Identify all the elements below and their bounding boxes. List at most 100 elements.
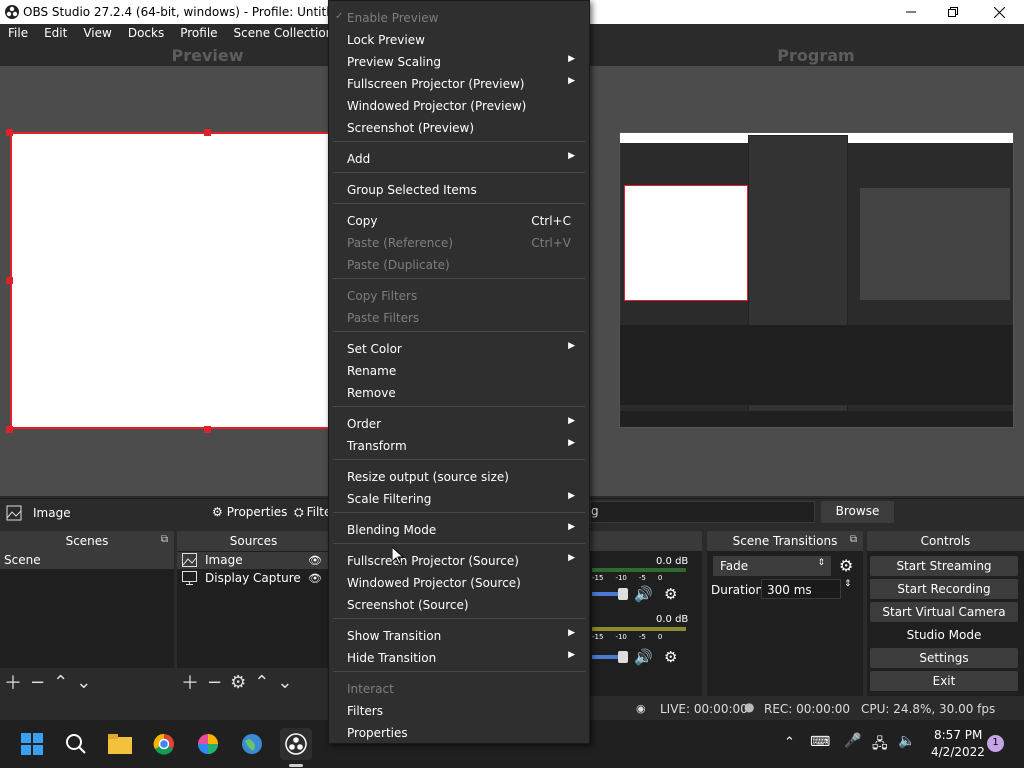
sources-title: Sources bbox=[229, 534, 278, 548]
menu-separator bbox=[333, 671, 585, 672]
menu-item-resize-output-source-size[interactable]: Resize output (source size) bbox=[329, 464, 589, 486]
close-button[interactable] bbox=[976, 0, 1022, 24]
meter-ticks: -15 -10 -5 0 bbox=[592, 574, 662, 582]
program-display-capture bbox=[619, 132, 1014, 428]
add-icon[interactable]: ＋ bbox=[181, 669, 199, 695]
menu-file[interactable]: File bbox=[0, 24, 36, 44]
menu-item-group-selected-items[interactable]: Group Selected Items bbox=[329, 177, 589, 199]
menu-item-blending-mode[interactable]: Blending Mode ▶ bbox=[329, 517, 589, 539]
exit-button[interactable]: Exit bbox=[870, 671, 1018, 691]
menu-profile[interactable]: Profile bbox=[172, 24, 225, 44]
slider-handle[interactable] bbox=[618, 588, 628, 600]
menu-item-show-transition[interactable]: Show Transition ▶ bbox=[329, 623, 589, 645]
resize-handle[interactable] bbox=[6, 426, 13, 433]
studio-mode-button[interactable]: Studio Mode bbox=[870, 625, 1018, 645]
restore-icon bbox=[948, 7, 958, 17]
menu-item-preview-scaling[interactable]: Preview Scaling ▶ bbox=[329, 49, 589, 71]
speaker-icon[interactable]: 🔊 bbox=[634, 585, 653, 603]
browse-button[interactable]: Browse bbox=[821, 501, 894, 523]
move-down-icon[interactable]: ⌄ bbox=[76, 672, 91, 693]
chrome-button[interactable] bbox=[148, 728, 180, 760]
keyboard-icon[interactable]: ⌨ bbox=[810, 734, 830, 750]
filters-button[interactable]: ⛭ Filte bbox=[294, 505, 331, 520]
obs-taskbar-button[interactable] bbox=[280, 728, 312, 760]
source-item-image[interactable]: Image 👁 bbox=[177, 552, 330, 569]
menu-item-fullscreen-projector-preview[interactable]: Fullscreen Projector (Preview) ▶ bbox=[329, 71, 589, 93]
gear-icon[interactable]: ⚙ bbox=[839, 556, 853, 575]
gear-icon[interactable]: ⚙ bbox=[230, 672, 246, 693]
maximize-button[interactable] bbox=[930, 0, 976, 24]
resize-handle[interactable] bbox=[204, 129, 211, 136]
network-icon[interactable]: 🖧 bbox=[872, 733, 888, 757]
start-streaming-button[interactable]: Start Streaming bbox=[870, 556, 1018, 576]
resize-handle[interactable] bbox=[6, 129, 13, 136]
menu-item-hide-transition[interactable]: Hide Transition ▶ bbox=[329, 645, 589, 667]
submenu-arrow-icon: ▶ bbox=[568, 416, 575, 426]
resize-handle[interactable] bbox=[204, 426, 211, 433]
image-source-selection[interactable] bbox=[10, 132, 330, 429]
clock-time[interactable]: 8:57 PM bbox=[934, 728, 982, 742]
visibility-eye-icon[interactable]: 👁 bbox=[308, 554, 322, 567]
slider-handle[interactable] bbox=[618, 651, 628, 663]
menu-docks[interactable]: Docks bbox=[120, 24, 172, 44]
menu-item-filters[interactable]: Filters bbox=[329, 698, 589, 720]
menu-item-label: Lock Preview bbox=[347, 33, 425, 47]
menu-item-add[interactable]: Add ▶ bbox=[329, 146, 589, 168]
remove-icon[interactable]: − bbox=[30, 672, 45, 693]
gear-icon[interactable]: ⚙ bbox=[664, 585, 677, 603]
clock-date[interactable]: 4/2/2022 bbox=[931, 745, 985, 759]
minimize-button[interactable] bbox=[888, 0, 934, 24]
volume-icon[interactable]: 🔈 bbox=[898, 733, 915, 749]
move-up-icon[interactable]: ⌃ bbox=[254, 672, 269, 693]
duration-input[interactable]: 300 ms bbox=[761, 579, 841, 599]
menu-item-screenshot-source[interactable]: Screenshot (Source) bbox=[329, 592, 589, 614]
start-recording-button[interactable]: Start Recording bbox=[870, 579, 1018, 599]
photos-button[interactable] bbox=[192, 728, 224, 760]
properties-label: Properties bbox=[226, 505, 288, 519]
undock-icon[interactable]: ⧉ bbox=[850, 534, 857, 545]
source-item-display-capture[interactable]: Display Capture 👁 bbox=[177, 570, 330, 587]
menu-item-set-color[interactable]: Set Color ▶ bbox=[329, 336, 589, 358]
move-up-icon[interactable]: ⌃ bbox=[53, 672, 68, 693]
image-path-field[interactable]: g bbox=[590, 501, 815, 523]
start-button[interactable] bbox=[16, 728, 48, 760]
properties-button[interactable]: ⚙ Properties bbox=[212, 505, 287, 519]
menu-item-scale-filtering[interactable]: Scale Filtering ▶ bbox=[329, 486, 589, 508]
start-virtual-camera-button[interactable]: Start Virtual Camera bbox=[870, 602, 1018, 622]
browser-button[interactable] bbox=[236, 728, 268, 760]
scene-item[interactable]: Scene bbox=[0, 551, 174, 569]
menu-item-fullscreen-projector-source[interactable]: Fullscreen Projector (Source) ▶ bbox=[329, 548, 589, 570]
search-button[interactable] bbox=[60, 728, 92, 760]
add-icon[interactable]: ＋ bbox=[4, 669, 22, 695]
menu-item-windowed-projector-preview[interactable]: Windowed Projector (Preview) bbox=[329, 93, 589, 115]
menu-item-properties[interactable]: Properties bbox=[329, 720, 589, 742]
audio-mixer-dock: 0.0 dB -15 -10 -5 0 🔊 ⚙ 0.0 dB -15 -10 -5 0 🔊 … bbox=[590, 531, 702, 696]
notification-badge[interactable]: 1 bbox=[987, 735, 1004, 752]
chevron-up-icon[interactable]: ⌃ bbox=[784, 735, 795, 750]
speaker-icon[interactable]: 🔊 bbox=[634, 648, 653, 666]
menu-item-transform[interactable]: Transform ▶ bbox=[329, 433, 589, 455]
menu-view[interactable]: View bbox=[75, 24, 119, 44]
menu-scene-collection[interactable]: Scene Collection bbox=[226, 24, 342, 44]
visibility-eye-icon[interactable]: 👁 bbox=[308, 572, 322, 585]
remove-icon[interactable]: − bbox=[207, 672, 222, 693]
menu-item-rename[interactable]: Rename bbox=[329, 358, 589, 380]
menu-item-screenshot-preview[interactable]: Screenshot (Preview) bbox=[329, 115, 589, 137]
menu-item-windowed-projector-source[interactable]: Windowed Projector (Source) bbox=[329, 570, 589, 592]
menu-item-remove[interactable]: Remove bbox=[329, 380, 589, 402]
duration-stepper-icon[interactable]: ⇕ bbox=[844, 579, 852, 589]
menu-edit[interactable]: Edit bbox=[36, 24, 75, 44]
gear-icon[interactable]: ⚙ bbox=[664, 648, 677, 666]
settings-button[interactable]: Settings bbox=[870, 648, 1018, 668]
menu-item-order[interactable]: Order ▶ bbox=[329, 411, 589, 433]
menu-item-copy[interactable]: Copy Ctrl+C bbox=[329, 208, 589, 230]
transition-select[interactable]: Fade ⇕ bbox=[713, 556, 831, 576]
microphone-icon[interactable]: 🎤 bbox=[844, 733, 861, 749]
menu-item-label: Enable Preview bbox=[347, 11, 439, 25]
resize-handle[interactable] bbox=[6, 277, 13, 284]
undock-icon[interactable]: ⧉ bbox=[161, 534, 168, 545]
file-explorer-button[interactable] bbox=[104, 728, 136, 760]
chevron-updown-icon: ⇕ bbox=[817, 558, 825, 568]
move-down-icon[interactable]: ⌄ bbox=[277, 672, 292, 693]
menu-item-lock-preview[interactable]: Lock Preview bbox=[329, 27, 589, 49]
